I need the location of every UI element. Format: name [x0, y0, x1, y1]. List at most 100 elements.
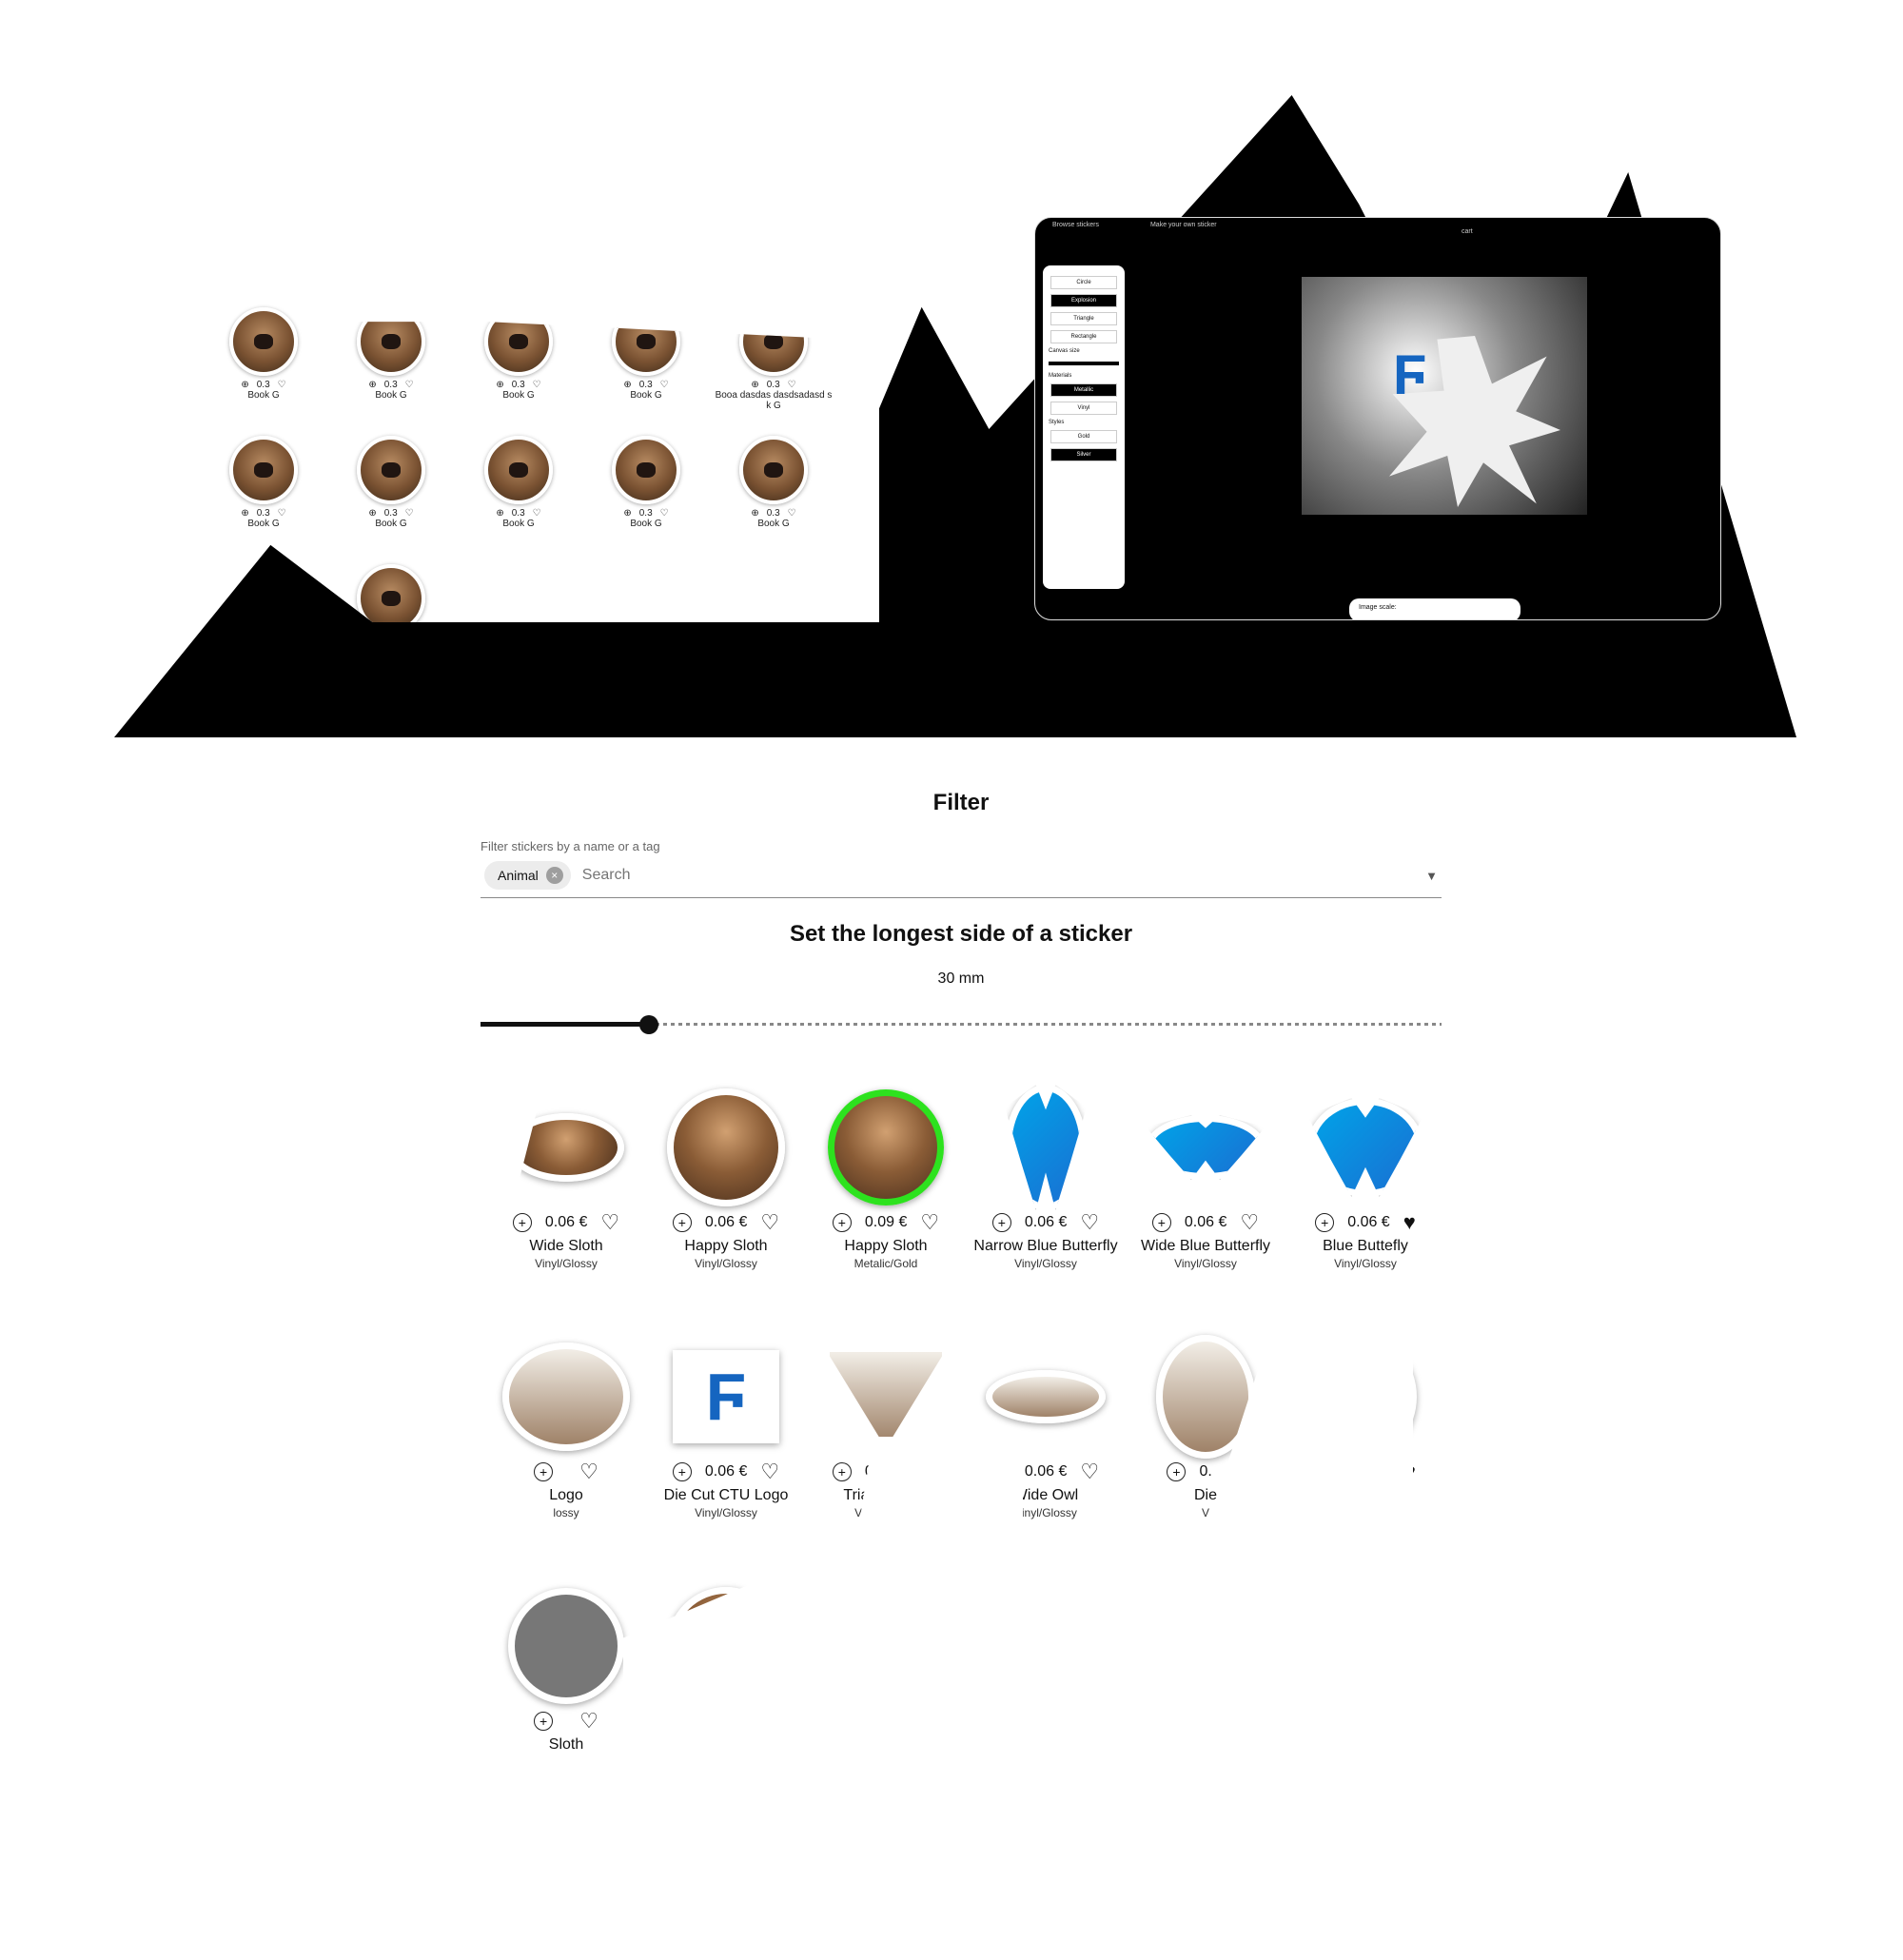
sticker-browser: Filter Filter stickers by a name or a ta…: [390, 761, 1461, 1960]
editor-preview: Browse stickers Make your own sticker ca…: [1034, 217, 1721, 620]
sticker-card[interactable]: +0.06 € ♡ Narrow Blue Butterfly Vinyl/Gloss…: [970, 1085, 1122, 1271]
heart-icon[interactable]: ♡: [579, 1461, 598, 1482]
mini-price: 0.3: [511, 508, 525, 519]
plus-icon: ⊕: [241, 380, 249, 390]
sticker-meta: +0.09 € ♡: [810, 1212, 962, 1233]
heart-icon[interactable]: ♡: [600, 1212, 619, 1233]
plus-icon: ⊕: [496, 508, 504, 519]
add-to-cart-icon[interactable]: +: [672, 1213, 692, 1232]
sticker-meta: +0.06 € ♥: [1289, 1212, 1442, 1233]
sticker-card[interactable]: +0.09 € ♡ Happy Sloth Metalic/Gold: [810, 1089, 962, 1271]
add-to-cart-icon[interactable]: +: [672, 1462, 692, 1481]
sticker-thumbnail[interactable]: [650, 1088, 802, 1206]
add-to-cart-icon[interactable]: +: [1151, 1213, 1171, 1232]
heart-icon: ♡: [277, 508, 286, 519]
mini-price: 0.3: [511, 380, 525, 390]
sticker-card[interactable]: + ♡ Sloth: [490, 1588, 642, 1754]
sticker-price: 0.09 €: [864, 1214, 908, 1230]
mini-meta: ⊕ 0.3 ♡: [331, 508, 451, 519]
white-mask: [1080, 1646, 1461, 1960]
chip-remove-icon[interactable]: ×: [545, 867, 563, 884]
sticker-thumbnail[interactable]: [1129, 1090, 1282, 1205]
sticker-meta: +0.06 € ♡: [490, 1212, 642, 1233]
owl-sticker: [502, 1343, 630, 1451]
heart-icon[interactable]: ♡: [1080, 1461, 1099, 1482]
sticker-price: 0.06 €: [704, 1214, 748, 1230]
sticker-card[interactable]: +0.06 € ♡ Wide Blue Butterfly Vinyl/Glossy: [1129, 1090, 1282, 1271]
slider-knob[interactable]: [638, 1015, 658, 1034]
slider-fill: [481, 1022, 649, 1027]
sloth-sticker: [229, 436, 298, 504]
mini-price: 0.3: [766, 508, 780, 519]
sloth-sticker: [357, 436, 425, 504]
heart-icon[interactable]: ♡: [920, 1212, 939, 1233]
sticker-name: Blue Buttefly: [1323, 1238, 1408, 1254]
mini-name: Book G: [247, 390, 280, 401]
sloth-sticker: [484, 307, 553, 376]
heart-icon: ♡: [277, 380, 286, 390]
butter-sticker: [1307, 1098, 1423, 1197]
mini-name: Booa dasdas dasdsadasd s k G: [715, 390, 833, 411]
sloth-sticker: [739, 436, 808, 504]
sticker-name: Logo: [549, 1487, 583, 1503]
filter-field[interactable]: Animal × ▼: [481, 853, 1442, 898]
sticker-card[interactable]: +0.06 € ♡ Happy Sloth Vinyl/Glossy: [650, 1088, 802, 1271]
add-to-cart-icon[interactable]: +: [832, 1462, 852, 1481]
sticker-price: 0.06 €: [1184, 1214, 1227, 1230]
heart-filled-icon[interactable]: ♥: [1403, 1212, 1416, 1233]
heart-icon: ♡: [659, 380, 669, 390]
style-gold: Gold: [1050, 430, 1117, 443]
shape-triangle: Triangle: [1050, 312, 1117, 325]
plus-icon: ⊕: [623, 380, 632, 390]
plus-icon: ⊕: [751, 380, 759, 390]
preview-nav: Browse stickers Make your own sticker ca…: [1052, 222, 1720, 235]
plus-icon: ⊕: [368, 508, 377, 519]
shape-explosion: Explosion: [1050, 294, 1117, 307]
sticker-thumbnail[interactable]: [490, 1588, 642, 1704]
sticker-thumbnail[interactable]: [1289, 1090, 1442, 1205]
sticker-name: Happy Sloth: [844, 1238, 928, 1254]
chevron-down-icon[interactable]: ▼: [1425, 869, 1438, 883]
mini-name: Book G: [247, 519, 280, 529]
sticker-thumbnail[interactable]: [490, 1340, 642, 1454]
mini-meta: ⊕ 0.3 ♡: [204, 508, 324, 519]
sticker-thumbnail[interactable]: [810, 1089, 962, 1205]
mini-sticker-card: ⊕ 0.3 ♡ Booa dasdas dasdsadasd s k G: [714, 307, 834, 431]
heart-icon[interactable]: ♡: [760, 1461, 779, 1482]
heart-icon[interactable]: ♡: [760, 1212, 779, 1233]
shape-circle: Circle: [1050, 276, 1117, 289]
sticker-card[interactable]: +0.06 € ♥ Blue Buttefly Vinyl/Glossy: [1289, 1090, 1442, 1271]
sloth-sticker: [612, 436, 680, 504]
mini-sticker-card: ⊕ 0.3 ♡Book G: [204, 307, 324, 431]
styles-label: Styles: [1049, 420, 1065, 425]
add-to-cart-icon[interactable]: +: [832, 1213, 852, 1232]
heart-icon[interactable]: ♡: [1240, 1212, 1259, 1233]
mini-price: 0.3: [383, 380, 398, 390]
filter-label: Filter stickers by a name or a tag: [481, 839, 660, 853]
mini-name: Book G: [375, 390, 407, 401]
sloth-sticker: [229, 307, 298, 376]
search-input[interactable]: [579, 866, 1417, 885]
sticker-thumbnail[interactable]: Ϝ: [650, 1340, 802, 1454]
heart-icon[interactable]: ♡: [579, 1711, 598, 1732]
sticker-card[interactable]: Ϝ +0.06 € ♡ Die Cut CTU Logo Vinyl/Glossy: [650, 1340, 802, 1520]
heart-icon[interactable]: ♡: [1080, 1212, 1099, 1233]
add-to-cart-icon[interactable]: +: [991, 1213, 1011, 1232]
add-to-cart-icon[interactable]: +: [512, 1213, 532, 1232]
add-to-cart-icon[interactable]: +: [1315, 1213, 1335, 1232]
heart-icon: ♡: [404, 380, 414, 390]
tag-chip[interactable]: Animal ×: [484, 861, 571, 890]
add-to-cart-icon[interactable]: +: [1167, 1462, 1187, 1481]
sticker-card[interactable]: + ♡ Logo lossy: [490, 1340, 642, 1520]
add-to-cart-icon[interactable]: +: [534, 1462, 554, 1481]
mini-meta: ⊕ 0.3 ♡: [714, 380, 834, 390]
mini-sticker-card: ⊕ 0.3 ♡Book G: [331, 307, 451, 431]
sloth-sticker: [612, 307, 680, 376]
butter-sticker: [1146, 1115, 1265, 1180]
plus-icon: ⊕: [241, 508, 249, 519]
mini-name: Book G: [502, 519, 535, 529]
sticker-thumbnail[interactable]: [970, 1085, 1122, 1210]
add-to-cart-icon[interactable]: +: [534, 1712, 554, 1731]
sticker-name: Narrow Blue Butterfly: [973, 1238, 1118, 1254]
size-slider[interactable]: [481, 1014, 1442, 1034]
